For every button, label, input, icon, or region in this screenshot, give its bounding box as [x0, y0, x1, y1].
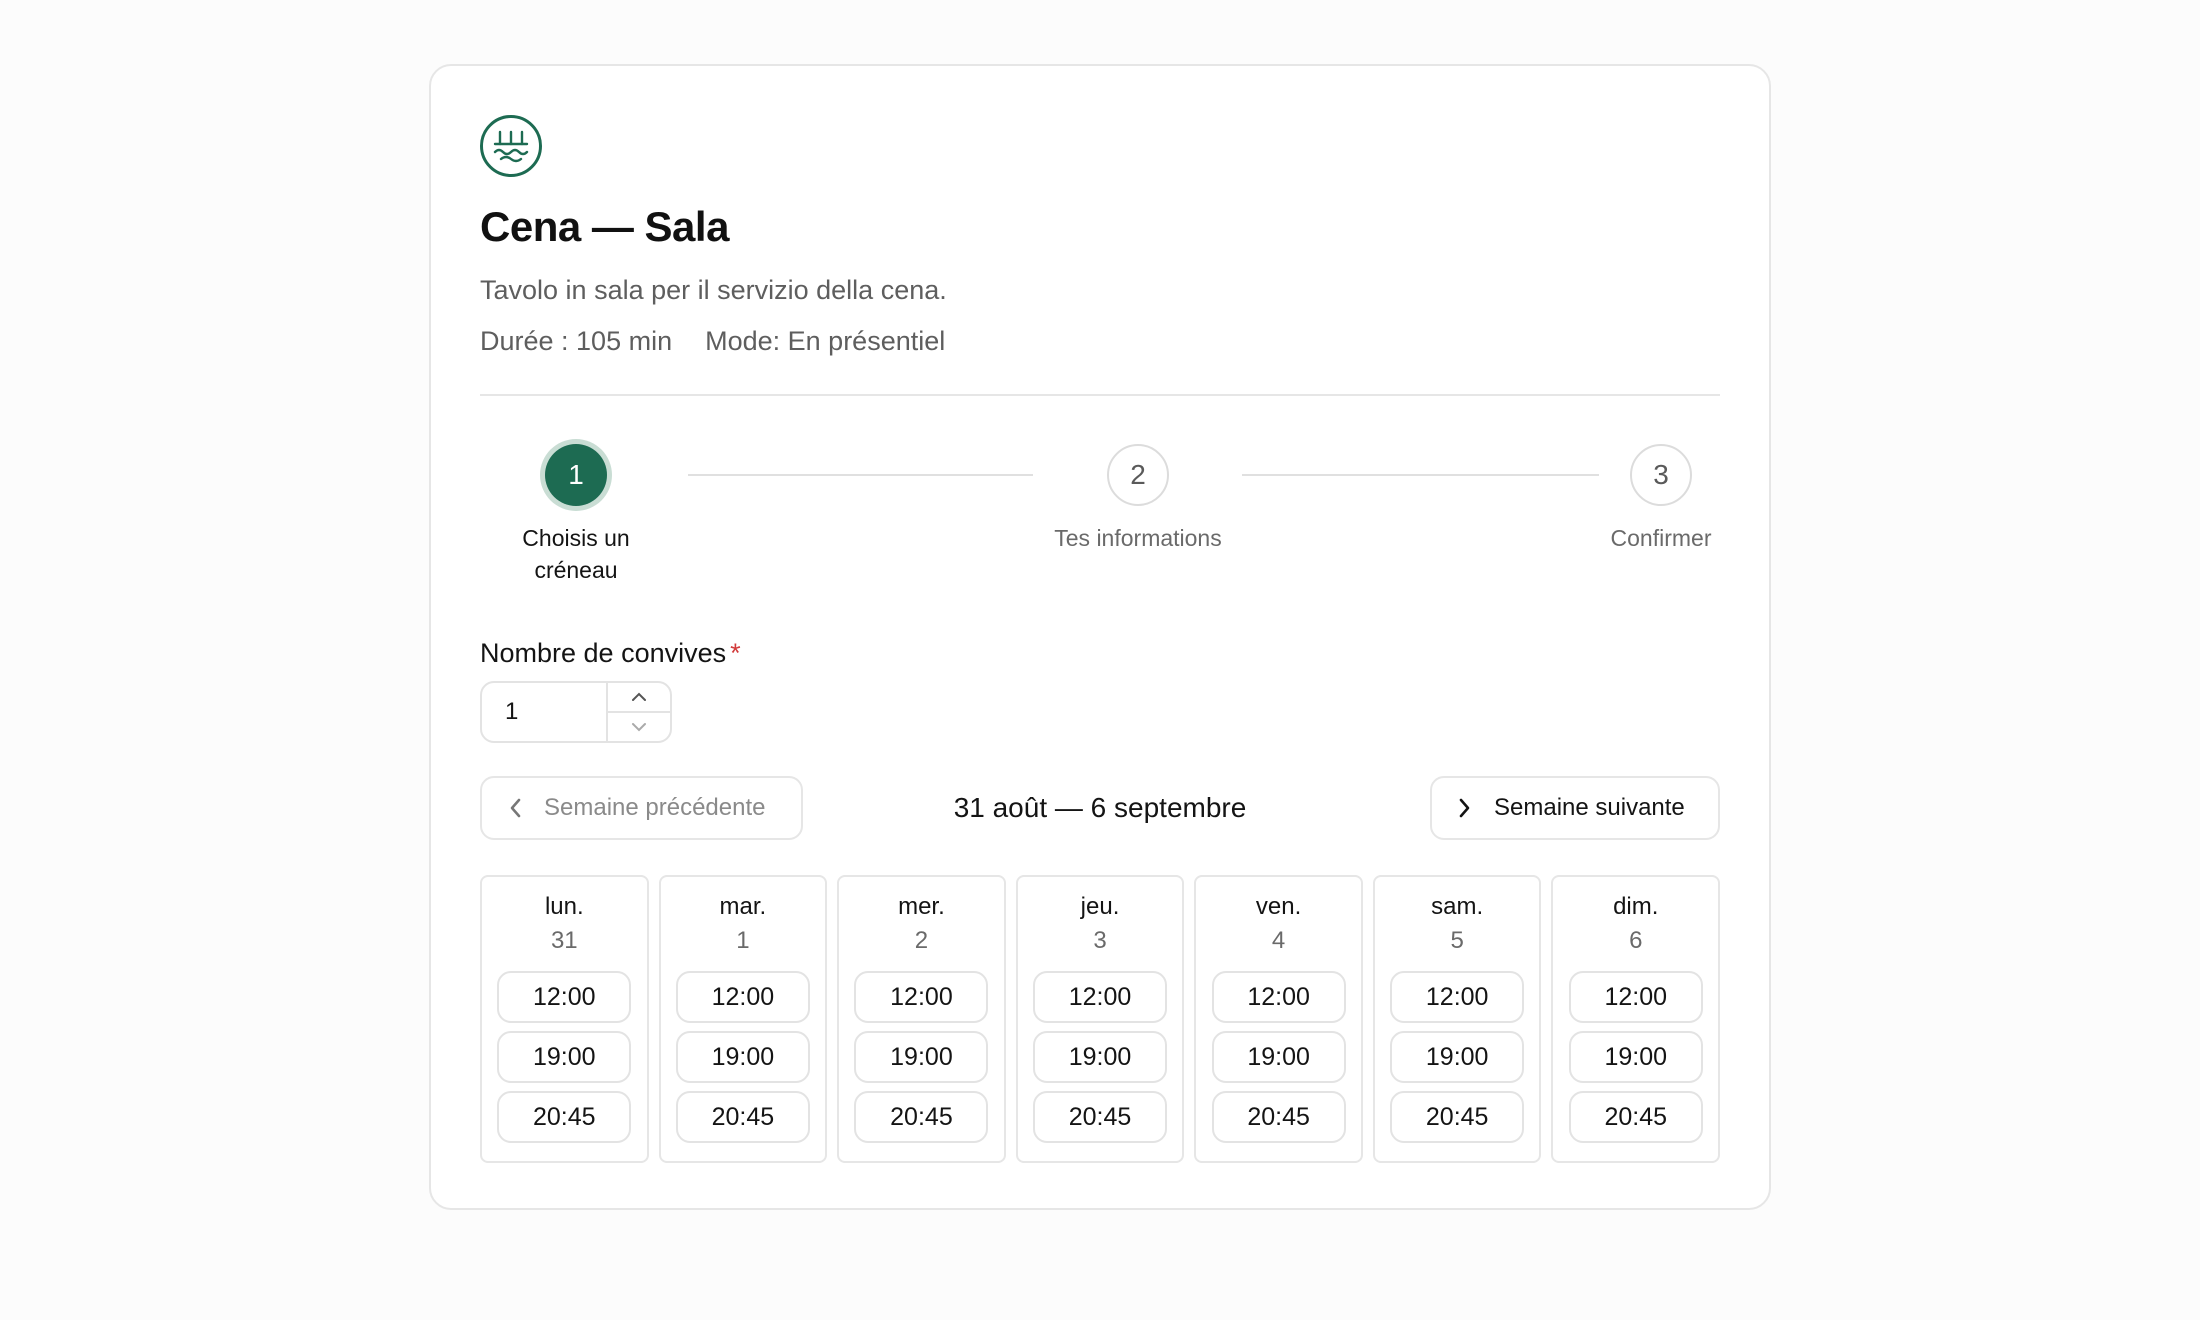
day-number: 4	[1271, 927, 1286, 954]
time-slot-button[interactable]: 19:00	[497, 1031, 632, 1083]
day-name: jeu.	[1080, 893, 1120, 920]
week-navigation: Semaine précédente 31 août — 6 septembre…	[480, 776, 1720, 842]
increment-button[interactable]	[608, 683, 670, 713]
days-grid: lun. 31 12:00 19:00 20:45 mar. 1 12:00 1…	[480, 875, 1721, 1163]
day-column-fri: ven. 4 12:00 19:00 20:45	[1194, 875, 1363, 1163]
decrement-button[interactable]	[608, 713, 670, 741]
day-number: 6	[1629, 927, 1643, 954]
step-number: 2	[1107, 444, 1169, 506]
next-week-label: Semaine suivante	[1494, 794, 1685, 821]
time-slot-button[interactable]: 20:45	[1033, 1091, 1168, 1143]
step-3: 3 Confirmer	[1596, 444, 1726, 554]
time-slot-button[interactable]: 12:00	[675, 971, 810, 1023]
progress-stepper: 1 Choisis un créneau 2 Tes informations …	[480, 396, 1720, 592]
guests-stepper[interactable]: 1	[480, 681, 672, 743]
time-slot-button[interactable]: 12:00	[1211, 971, 1346, 1023]
guests-label: Nombre de convives *	[480, 638, 1720, 669]
previous-week-label: Semaine précédente	[544, 794, 766, 821]
time-slot-button[interactable]: 20:45	[854, 1091, 989, 1143]
day-column-sat: sam. 5 12:00 19:00 20:45	[1372, 875, 1542, 1163]
step-number: 3	[1630, 444, 1692, 506]
step-label: Choisis un créneau	[522, 525, 630, 583]
time-slot-button[interactable]: 12:00	[497, 971, 632, 1023]
time-slot-button[interactable]: 20:45	[1390, 1091, 1525, 1143]
day-column-sun: dim. 6 12:00 19:00 20:45	[1551, 875, 1721, 1163]
step-2: 2 Tes informations	[1038, 444, 1238, 554]
step-connector	[688, 474, 1033, 476]
chevron-down-icon	[632, 723, 646, 732]
next-week-button[interactable]: Semaine suivante	[1430, 776, 1720, 840]
time-slot-button[interactable]: 20:45	[497, 1091, 632, 1143]
guests-label-text: Nombre de convives	[480, 638, 727, 668]
step-connector	[1242, 474, 1599, 476]
day-name: mar.	[719, 893, 767, 920]
step-label: Confirmer	[1610, 525, 1712, 551]
step-label: Tes informations	[1054, 525, 1222, 551]
time-slot-button[interactable]: 19:00	[675, 1031, 810, 1083]
step-number: 1	[545, 444, 607, 506]
service-title: Cena — Sala	[480, 203, 729, 250]
day-number: 5	[1450, 927, 1464, 954]
time-slot-button[interactable]: 20:45	[675, 1091, 810, 1143]
mode-text: Mode: En présentiel	[705, 326, 946, 356]
duration-text: Durée : 105 min	[480, 326, 673, 356]
day-number: 3	[1093, 927, 1107, 954]
time-slot-button[interactable]: 19:00	[1033, 1031, 1168, 1083]
restaurant-waves-icon	[480, 115, 542, 177]
day-number: 1	[736, 927, 750, 954]
step-1: 1 Choisis un créneau	[506, 444, 646, 586]
day-column-tue: mar. 1 12:00 19:00 20:45	[658, 875, 828, 1163]
guests-input[interactable]: 1	[482, 683, 606, 741]
booking-card: Cena — Sala Tavolo in sala per il serviz…	[429, 64, 1771, 1210]
day-number: 31	[550, 927, 578, 954]
previous-week-button[interactable]: Semaine précédente	[480, 776, 803, 840]
day-name: lun.	[544, 893, 584, 920]
day-number: 2	[914, 927, 929, 954]
required-mark: *	[730, 638, 741, 668]
day-name: dim.	[1613, 893, 1659, 920]
chevron-up-icon	[632, 692, 646, 701]
day-column-wed: mer. 2 12:00 19:00 20:45	[837, 875, 1006, 1163]
chevron-left-icon	[510, 798, 521, 818]
service-description: Tavolo in sala per il servizio della cen…	[480, 275, 947, 305]
time-slot-button[interactable]: 12:00	[1568, 971, 1703, 1023]
service-meta: Durée : 105 min Mode: En présentiel	[480, 326, 1720, 357]
time-slot-button[interactable]: 12:00	[854, 971, 989, 1023]
stepper-arrows	[606, 683, 670, 741]
time-slot-button[interactable]: 12:00	[1033, 971, 1168, 1023]
chevron-right-icon	[1459, 798, 1470, 818]
time-slot-button[interactable]: 19:00	[1390, 1031, 1525, 1083]
day-column-thu: jeu. 3 12:00 19:00 20:45	[1015, 875, 1185, 1163]
time-slot-button[interactable]: 19:00	[1568, 1031, 1703, 1083]
time-slot-button[interactable]: 19:00	[854, 1031, 989, 1083]
day-name: mer.	[898, 893, 945, 920]
time-slot-button[interactable]: 12:00	[1390, 971, 1525, 1023]
time-slot-button[interactable]: 19:00	[1211, 1031, 1346, 1083]
day-column-mon: lun. 31 12:00 19:00 20:45	[480, 875, 649, 1163]
day-name: sam.	[1431, 893, 1484, 920]
day-name: ven.	[1255, 893, 1302, 920]
time-slot-button[interactable]: 20:45	[1568, 1091, 1703, 1143]
time-slot-button[interactable]: 20:45	[1211, 1091, 1346, 1143]
